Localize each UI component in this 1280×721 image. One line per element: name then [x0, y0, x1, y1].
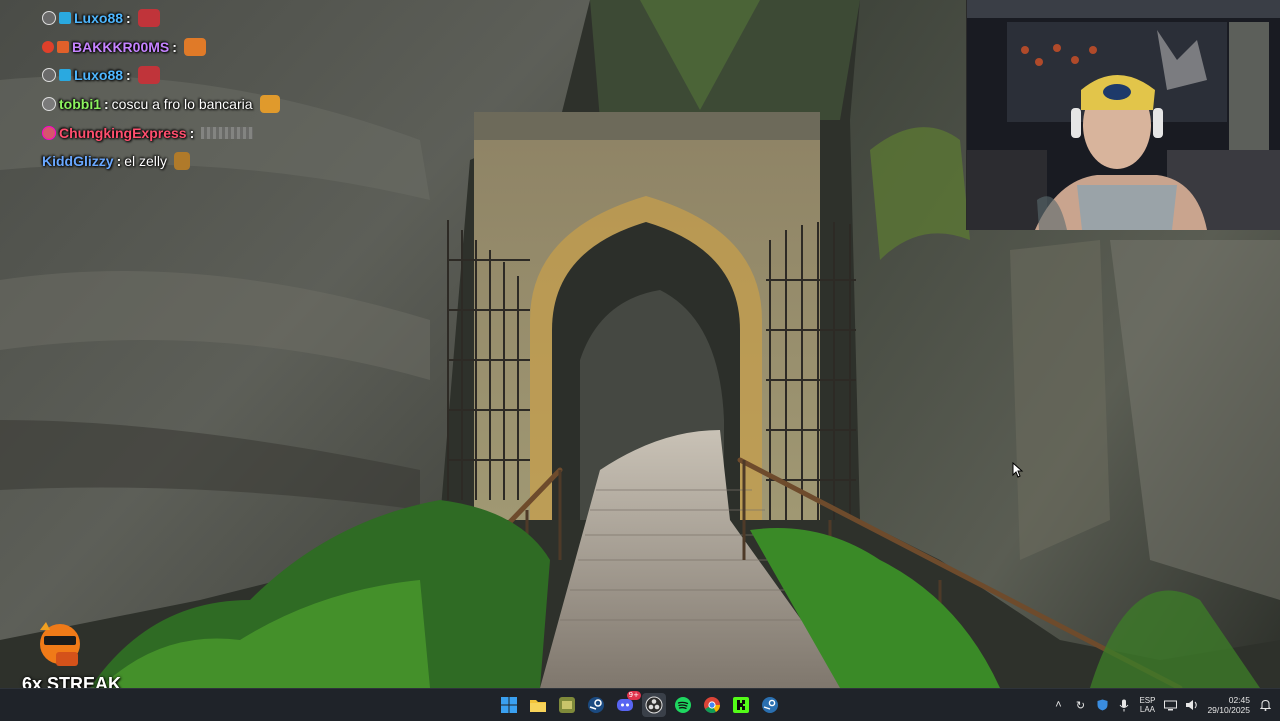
moderator-badge-icon — [42, 97, 56, 112]
microphone-icon[interactable] — [1117, 698, 1131, 712]
webcam-feed — [966, 0, 1280, 230]
show-hidden-icons-chevron-up-icon[interactable]: ˄ — [1051, 698, 1065, 712]
discord-button[interactable]: 9+ — [613, 691, 641, 717]
chat-emote-icon — [259, 95, 280, 114]
orange-square-badge-icon — [57, 40, 69, 53]
network-icon[interactable] — [1163, 698, 1177, 712]
chat-username: ChungkingExpress — [59, 124, 187, 141]
kick-button[interactable] — [729, 693, 753, 717]
security-shield-icon[interactable] — [1095, 698, 1109, 712]
chat-emote-icon — [137, 9, 160, 28]
obs-icon — [645, 696, 663, 714]
steam-alt-icon — [762, 697, 778, 713]
spotify-icon — [675, 697, 691, 713]
sync-icon[interactable]: ↻ — [1073, 698, 1087, 712]
chat-username: BAKKKR00MS — [72, 38, 170, 55]
steam-icon — [588, 697, 604, 713]
chat-username: tobbi1 — [59, 96, 101, 113]
chat-message: Luxo88: — [42, 4, 382, 33]
kick-icon — [733, 697, 749, 713]
input-language-indicator[interactable]: ESP LAA — [1139, 696, 1155, 714]
streak-widget: 6x STREAK — [20, 618, 140, 694]
chat-emote-icon — [183, 37, 206, 56]
chat-message: Luxo88: — [42, 61, 382, 90]
file-explorer-button[interactable] — [526, 693, 550, 717]
notifications-bell-icon[interactable] — [1258, 698, 1272, 712]
obs-studio-button[interactable] — [642, 693, 666, 717]
streak-mascot-icon — [40, 622, 80, 666]
keyboard-layout: LAA — [1139, 705, 1155, 714]
moderator-badge-icon — [42, 68, 56, 83]
moderator-badge-icon — [42, 11, 56, 26]
windows-logo-icon — [501, 697, 517, 713]
steam-button[interactable] — [584, 693, 608, 717]
clock-date: 29/10/2025 — [1207, 705, 1250, 715]
chat-text: el zelly — [124, 153, 168, 170]
game-launcher-icon — [559, 697, 575, 713]
volume-icon[interactable] — [1185, 698, 1199, 712]
chat-username: KiddGlizzy — [42, 153, 114, 170]
streamer-camera — [967, 0, 1280, 230]
chat-emote-icon — [137, 66, 160, 85]
taskbar-pinned-apps: 9+ — [497, 691, 782, 717]
start-button[interactable] — [497, 693, 521, 717]
chrome-button[interactable] — [700, 693, 724, 717]
cube-badge-icon — [59, 69, 71, 82]
cube-badge-icon — [59, 12, 71, 25]
windows-taskbar: 9+ ˄ ↻ ESP LAA 02:45 29/10/2025 — [0, 688, 1280, 721]
clock-time: 02:45 — [1228, 695, 1250, 705]
chrome-icon — [704, 697, 720, 713]
hidden-message — [201, 126, 254, 139]
pink-circle-badge-icon — [42, 125, 56, 140]
folder-icon — [530, 700, 546, 712]
chat-message: ChungkingExpress: — [42, 118, 382, 147]
game-launcher-button[interactable] — [555, 693, 579, 717]
chat-username: Luxo88 — [74, 67, 124, 84]
chat-username: Luxo88 — [74, 10, 124, 27]
steam-alt-button[interactable] — [758, 693, 782, 717]
mouse-cursor-icon — [1012, 462, 1024, 478]
stream-chat-overlay: Luxo88: BAKKKR00MS: Luxo88: tobbi1: cosc… — [42, 4, 382, 176]
notification-badge: 9+ — [626, 691, 641, 700]
system-tray: ˄ ↻ ESP LAA 02:45 29/10/2025 — [1051, 689, 1272, 721]
chat-message: BAKKKR00MS: — [42, 33, 382, 62]
chat-message: tobbi1: coscu a fro lo bancaria — [42, 90, 382, 119]
spotify-button[interactable] — [671, 693, 695, 717]
language-code: ESP — [1139, 696, 1156, 705]
clock[interactable]: 02:45 29/10/2025 — [1207, 695, 1250, 715]
chat-text: coscu a fro lo bancaria — [111, 96, 253, 113]
chat-message: KiddGlizzy: el zelly — [42, 147, 382, 176]
chat-emote-icon — [174, 152, 191, 171]
red-circle-badge-icon — [42, 40, 54, 53]
